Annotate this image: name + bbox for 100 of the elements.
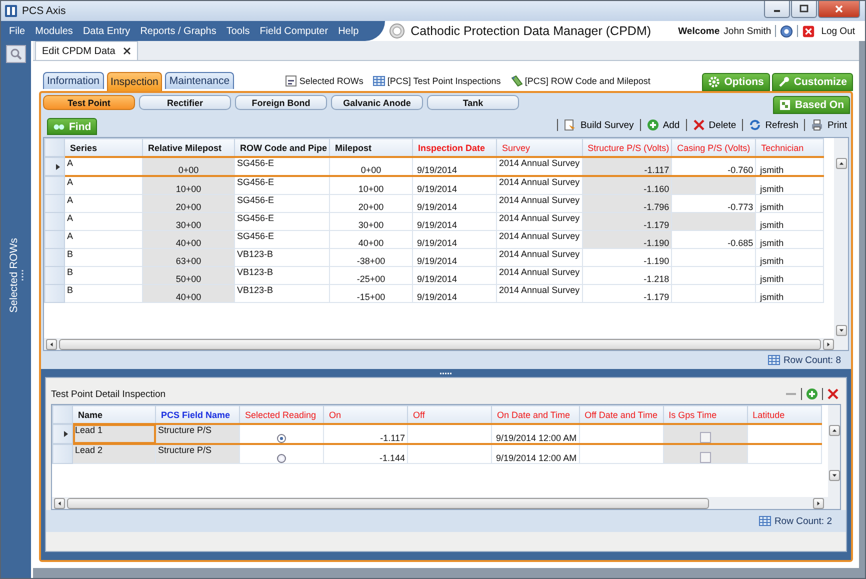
table-cell: VB123-B [234,266,330,284]
table-cell: Structure P/S [156,424,240,444]
column-header[interactable]: Name [72,406,156,424]
column-header[interactable]: Milepost [330,138,413,157]
close-button[interactable] [818,1,860,18]
column-header[interactable]: On [324,406,408,424]
table-cell: -1.179 [582,284,672,302]
row-header[interactable] [52,424,72,444]
radio-button[interactable] [277,454,286,463]
add-icon[interactable] [806,388,818,400]
checkbox[interactable] [700,452,711,463]
scroll-up-button[interactable] [836,158,846,169]
scroll-down-button[interactable] [828,470,840,481]
horizontal-scrollbar[interactable] [52,497,840,509]
add-icon [646,119,659,131]
column-header[interactable]: Relative Milepost [142,138,234,157]
section-tab[interactable]: Maintenance [165,72,234,89]
menu-item[interactable]: Modules [35,26,73,36]
add-button[interactable]: Add [644,119,682,131]
sub-tab[interactable]: Foreign Bond [235,95,327,110]
maximize-button[interactable] [791,1,817,18]
column-header[interactable]: Technician [756,138,824,157]
app-icon [5,5,17,17]
refresh-button[interactable]: Refresh [747,119,800,131]
sidebar-label[interactable]: Selected ROWs [8,238,20,313]
logout-icon[interactable] [802,24,816,38]
sub-tab[interactable]: Galvanic Anode [331,95,423,110]
delete-icon[interactable] [827,388,839,400]
scroll-down-button[interactable] [836,325,846,336]
column-header[interactable]: Series [64,138,142,157]
table-cell: jsmith [756,266,824,284]
scroll-right-button[interactable] [813,498,824,508]
toolbar-link[interactable]: [PCS] ROW Code and Milepost [524,76,650,86]
table-cell: -1.190 [582,248,672,266]
list-icon[interactable] [285,75,298,87]
table-cell: VB123-B [234,248,330,266]
scroll-left-button[interactable] [54,498,65,508]
refresh-icon [749,119,762,131]
table-cell: 10+00 [330,176,413,194]
vertical-scrollbar[interactable] [834,138,848,338]
column-header[interactable]: PCS Field Name [156,406,240,424]
delete-button[interactable]: Delete [690,119,738,131]
table-cell: 0+00 [330,157,413,176]
column-header[interactable]: ROW Code and Pipe [234,138,330,157]
current-row-icon [56,164,60,170]
column-header[interactable]: Off Date and Time [579,406,664,424]
menu-item[interactable]: Reports / Graphs [140,26,216,36]
radio-button[interactable] [277,434,286,443]
user-name: John Smith [724,26,772,36]
checkbox[interactable] [700,432,711,443]
column-header[interactable]: Latitude [747,406,822,424]
row-header[interactable] [44,157,64,176]
menu-item[interactable]: Field Computer [260,26,328,36]
close-icon[interactable] [123,47,132,55]
column-header[interactable]: Casing P/S (Volts) [672,138,756,157]
scroll-right-button[interactable] [823,338,834,350]
table-cell: VB123-B [234,284,330,302]
sub-tab[interactable]: Rectifier [139,95,231,110]
column-header[interactable]: Selected Reading [240,406,324,424]
section-tab[interactable]: Information [43,72,104,89]
table-cell: -38+00 [330,248,413,266]
tab-label[interactable]: Edit CPDM Data [42,46,116,56]
scroll-thumb[interactable] [67,498,709,508]
column-header[interactable]: On Date and Time [492,406,580,424]
menu-item[interactable]: File [9,26,26,36]
table-cell: 50+00 [142,266,234,284]
table-icon[interactable] [373,75,386,87]
menu-item[interactable]: Tools [226,26,250,36]
column-header[interactable]: Is Gps Time [663,406,748,424]
document-tab[interactable]: Edit CPDM Data [35,41,138,60]
section-tab[interactable]: Inspection [106,72,162,91]
column-header[interactable]: Inspection Date [412,138,497,157]
help-icon[interactable] [780,24,794,38]
table-cell: B [64,248,142,266]
column-header[interactable]: Survey [496,138,582,157]
table-cell: -25+00 [330,266,413,284]
scroll-left-button[interactable] [46,338,57,350]
column-header[interactable]: Structure P/S (Volts) [582,138,672,157]
maximize-icon[interactable] [799,4,809,14]
table-icon [759,515,772,527]
table-cell: jsmith [756,248,824,266]
column-header[interactable]: Off [408,406,492,424]
scroll-up-button[interactable] [828,425,840,436]
vertical-scrollbar[interactable] [828,405,840,497]
minimize-button[interactable] [764,1,790,18]
grip-icon[interactable] [21,268,24,282]
table-cell: jsmith [756,157,824,176]
menu-item[interactable]: Help [338,26,359,36]
toolbar-link[interactable]: Selected ROWs [299,76,364,86]
sub-tab[interactable]: Test Point [43,95,135,110]
table-cell: 2014 Annual Survey [496,157,582,176]
print-button[interactable]: Print [809,119,849,131]
build-survey-button[interactable]: Build Survey [562,119,636,131]
toolbar-link[interactable]: [PCS] Test Point Inspections [387,76,501,86]
logout-link[interactable]: Log Out [821,26,855,36]
table-cell: 2014 Annual Survey [496,248,582,266]
menu-item[interactable]: Data Entry [82,26,130,36]
table-cell: 2014 Annual Survey [496,176,582,194]
sub-tab[interactable]: Tank [427,95,519,110]
search-button[interactable] [6,45,26,63]
